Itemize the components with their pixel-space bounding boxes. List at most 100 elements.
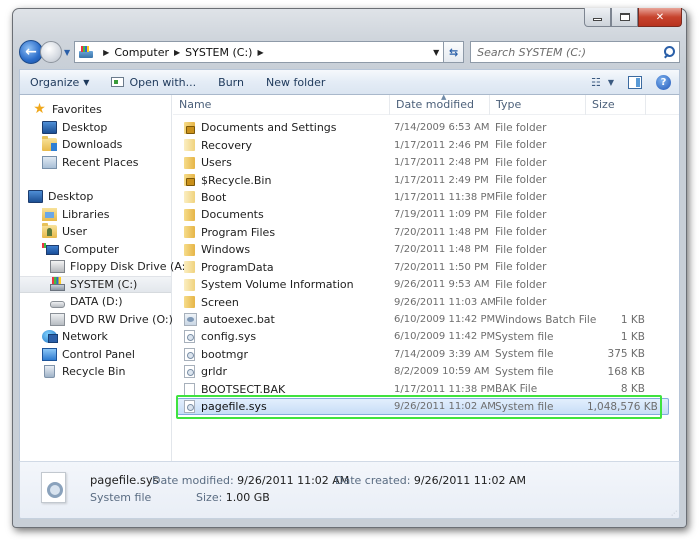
file-size: 168 KB: [607, 365, 645, 378]
recent-pages-dropdown[interactable]: ▼: [64, 48, 70, 57]
nav-label: Favorites: [52, 103, 102, 117]
change-view-button[interactable]: ☷ ▼: [591, 76, 614, 89]
burn-button[interactable]: Burn: [218, 76, 244, 89]
column-header-size[interactable]: Size: [586, 94, 646, 115]
file-type: File folder: [495, 243, 547, 256]
details-pane: pagefile.sys System file Date modified: …: [19, 461, 680, 519]
file-date-modified: 1/17/2011 2:49 PM: [394, 174, 489, 186]
file-name-cell: Screen: [178, 296, 391, 309]
file-row[interactable]: Users 1/17/2011 2:48 PM File folder: [177, 154, 669, 171]
file-name: Boot: [201, 190, 227, 204]
file-name-cell: $Recycle.Bin: [178, 174, 391, 187]
refresh-button[interactable]: ⇆: [444, 41, 465, 63]
date-modified-label: Date modified:: [152, 474, 234, 487]
maximize-button[interactable]: [611, 8, 638, 27]
minimize-button[interactable]: [584, 8, 611, 27]
file-row[interactable]: grldr 8/2/2009 10:59 AM System file 168 KB: [177, 363, 669, 380]
nav-downloads[interactable]: Downloads: [20, 136, 171, 154]
file-date-modified: 7/20/2011 1:48 PM: [394, 244, 489, 256]
chevron-right-icon[interactable]: ▶: [174, 48, 180, 57]
search-input[interactable]: Search SYSTEM (C:): [470, 41, 680, 63]
column-header-name[interactable]: Name: [173, 94, 390, 115]
file-row[interactable]: Recovery 1/17/2011 2:46 PM File folder: [177, 136, 669, 153]
file-type: File folder: [495, 191, 547, 204]
nav-recent-places[interactable]: Recent Places: [20, 154, 171, 172]
system-file-icon: [184, 347, 195, 361]
file-row[interactable]: Boot 1/17/2011 11:38 PM File folder: [177, 189, 669, 206]
back-arrow-icon: ←: [25, 44, 37, 60]
file-row[interactable]: Documents and Settings 7/14/2009 6:53 AM F…: [177, 119, 669, 136]
file-date-modified: 7/14/2009 3:39 AM: [394, 348, 490, 360]
file-row[interactable]: config.sys 6/10/2009 11:42 PM System file 1…: [177, 328, 669, 345]
size-label: Size:: [196, 491, 223, 504]
organize-button[interactable]: Organize ▼: [30, 76, 89, 89]
search-icon[interactable]: [663, 46, 675, 58]
file-row[interactable]: Windows 7/20/2011 1:48 PM File folder: [177, 241, 669, 258]
caption-buttons: ✕: [584, 8, 682, 27]
nav-system-drive[interactable]: SYSTEM (C:): [20, 275, 171, 293]
floppy-drive-icon: [50, 260, 65, 274]
forward-button[interactable]: [40, 41, 62, 63]
file-row[interactable]: Documents 7/19/2011 1:09 PM File folder: [177, 206, 669, 223]
file-name: System Volume Information: [201, 278, 354, 292]
folder-icon: [184, 261, 195, 274]
preview-pane-button[interactable]: [628, 75, 642, 89]
file-date-modified: 1/17/2011 2:46 PM: [394, 139, 489, 151]
file-row[interactable]: Screen 9/26/2011 11:03 AM File folder: [177, 293, 669, 310]
close-button[interactable]: ✕: [638, 8, 682, 27]
file-name-cell: config.sys: [178, 330, 391, 344]
file-date-modified: 7/20/2011 1:50 PM: [394, 261, 489, 273]
file-date-modified: 6/10/2009 11:42 PM: [394, 331, 496, 343]
file-row[interactable]: pagefile.sys 9/26/2011 11:02 AM System fil…: [177, 398, 669, 416]
breadcrumb-system-c[interactable]: SYSTEM (C:): [185, 46, 252, 59]
nav-network[interactable]: Network: [20, 328, 171, 346]
file-row[interactable]: $Recycle.Bin 1/17/2011 2:49 PM File folder: [177, 171, 669, 188]
nav-computer[interactable]: Computer: [20, 241, 171, 259]
file-size: 1 KB: [620, 313, 645, 326]
nav-libraries[interactable]: Libraries: [20, 206, 171, 224]
file-name: grldr: [201, 365, 228, 379]
address-bar[interactable]: ▶ Computer ▶ SYSTEM (C:) ▶ ▼: [74, 41, 445, 63]
chevron-right-icon[interactable]: ▶: [103, 48, 109, 57]
hard-drive-icon: [50, 300, 65, 308]
breadcrumb-computer[interactable]: Computer: [114, 46, 169, 59]
nav-favorites-desktop[interactable]: Desktop: [20, 119, 171, 137]
column-header-date-modified[interactable]: Date modified: [390, 94, 490, 115]
size-value: 1.00 GB: [225, 491, 270, 504]
file-row[interactable]: BOOTSECT.BAK 1/17/2011 11:38 PM BAK File 8 …: [177, 381, 669, 398]
nav-desktop[interactable]: Desktop: [20, 188, 171, 206]
open-with-button[interactable]: Open with...: [111, 76, 196, 89]
resize-grip[interactable]: ⋰: [671, 510, 677, 517]
help-button[interactable]: ?: [656, 74, 671, 90]
column-header-type[interactable]: Type: [490, 94, 586, 115]
recycle-bin-icon: [44, 365, 55, 379]
address-dropdown-icon[interactable]: ▼: [429, 48, 443, 57]
file-row[interactable]: System Volume Information 9/26/2011 9:53 …: [177, 276, 669, 293]
nav-floppy-drive[interactable]: Floppy Disk Drive (A:): [20, 258, 190, 276]
nav-user[interactable]: User: [20, 223, 171, 241]
file-row[interactable]: ProgramData 7/20/2011 1:50 PM File folder: [177, 259, 669, 276]
file-row[interactable]: autoexec.bat 6/10/2009 11:42 PM Windows Ba…: [177, 311, 669, 328]
date-created-label: Date created:: [335, 474, 411, 487]
file-row[interactable]: bootmgr 7/14/2009 3:39 AM System file 375 K…: [177, 346, 669, 363]
details-date-modified: Date modified: 9/26/2011 11:02 AM: [152, 474, 349, 487]
chevron-down-icon: ▼: [607, 77, 614, 87]
file-name: BOOTSECT.BAK: [201, 382, 286, 396]
nav-dvd-drive[interactable]: DVD RW Drive (O:): [20, 311, 173, 329]
folder-icon: [184, 243, 195, 256]
open-with-label: Open with...: [129, 75, 197, 89]
file-row[interactable]: Program Files 7/20/2011 1:48 PM File folde…: [177, 224, 669, 241]
nav-recycle-bin[interactable]: Recycle Bin: [20, 363, 171, 381]
nav-data-drive[interactable]: DATA (D:): [20, 293, 171, 311]
nav-control-panel[interactable]: Control Panel: [20, 346, 171, 364]
new-folder-button[interactable]: New folder: [266, 76, 325, 89]
chevron-right-icon[interactable]: ▶: [257, 48, 263, 57]
burn-label: Burn: [218, 75, 244, 89]
file-type: File folder: [495, 296, 547, 309]
file-rows: Documents and Settings 7/14/2009 6:53 AM F…: [173, 115, 679, 416]
file-type: File folder: [495, 121, 547, 134]
blank-file-icon: [184, 382, 195, 396]
file-name-cell: BOOTSECT.BAK: [178, 382, 391, 396]
file-type: Windows Batch File: [495, 313, 597, 326]
nav-favorites[interactable]: ★ Favorites: [20, 101, 171, 119]
